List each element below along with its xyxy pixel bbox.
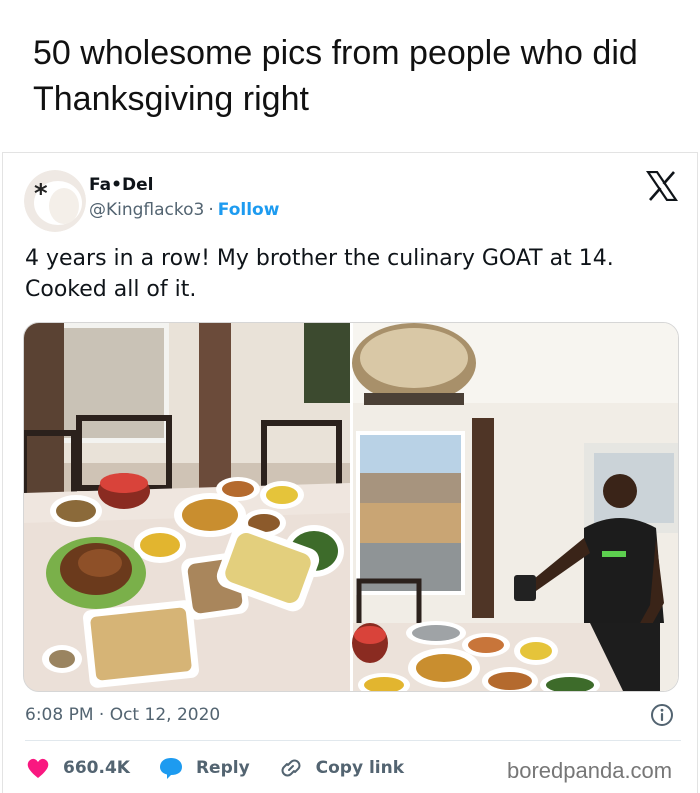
author-handle[interactable]: @Kingflacko3 — [89, 200, 204, 220]
like-button[interactable]: 660.4K — [25, 756, 130, 780]
tweet-card: * Fa•Del @Kingflacko3 · Follow 4 years in … — [2, 152, 698, 793]
reply-button[interactable]: Reply — [158, 756, 250, 780]
reply-label: Reply — [195, 758, 250, 778]
separator-dot: · — [208, 200, 214, 220]
info-icon[interactable] — [650, 703, 674, 727]
avatar[interactable]: * — [24, 170, 86, 232]
tweet-timestamp[interactable]: 6:08 PM · Oct 12, 2020 — [25, 705, 220, 725]
follow-button[interactable]: Follow — [218, 200, 280, 220]
tweet-actions: 660.4K Reply Copy link — [25, 756, 432, 780]
tweet-text: 4 years in a row! My brother the culinar… — [25, 246, 614, 302]
article-headline: 50 wholesome pics from people who did Th… — [33, 34, 638, 118]
boredpanda-watermark: boredpanda.com — [507, 758, 673, 783]
photo-thanksgiving-table[interactable] — [24, 323, 350, 692]
divider — [25, 740, 681, 741]
author-name[interactable]: Fa•Del — [89, 175, 153, 195]
like-count: 660.4K — [63, 758, 130, 778]
tweet-media[interactable] — [23, 322, 679, 692]
heart-icon — [27, 758, 49, 778]
svg-text:*: * — [34, 179, 48, 209]
copy-link-label: Copy link — [315, 758, 405, 778]
photo-boy-with-food[interactable] — [352, 323, 679, 692]
speech-bubble-icon — [159, 758, 182, 779]
handle-line: @Kingflacko3 · Follow — [89, 200, 279, 220]
copy-link-button[interactable]: Copy link — [278, 756, 404, 780]
x-logo-icon[interactable] — [645, 170, 680, 202]
link-icon — [281, 759, 301, 777]
